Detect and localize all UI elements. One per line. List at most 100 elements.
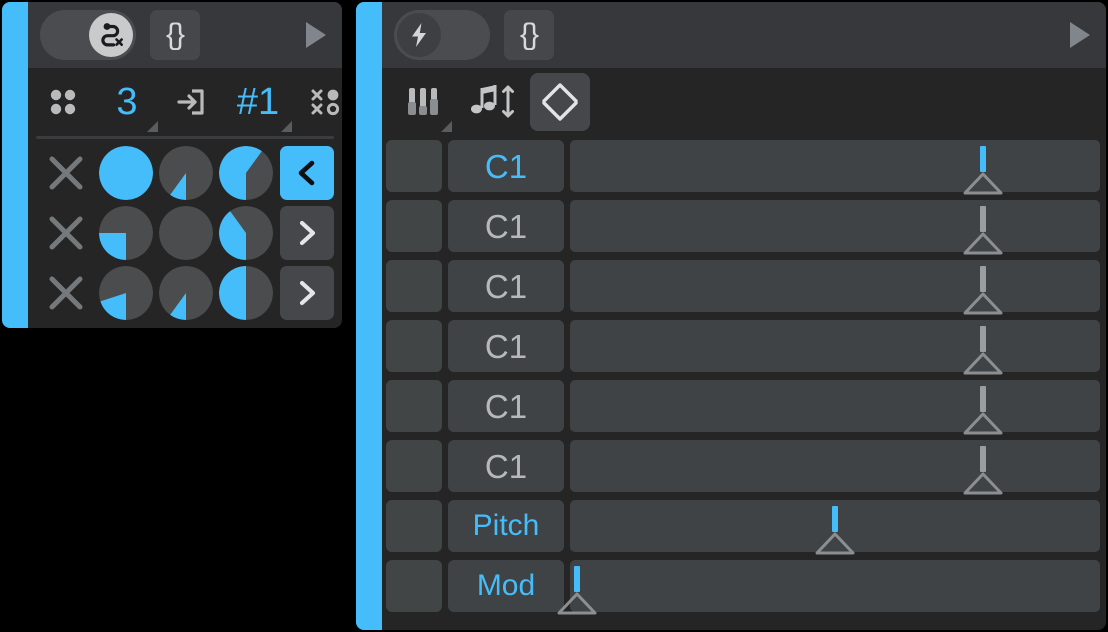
pie-amount-knob[interactable] [216,143,276,203]
braces-label: {} [165,18,185,51]
row-select-button[interactable] [386,200,442,252]
pie-icon [219,206,273,260]
slider-stem [980,446,987,472]
slot-number-value[interactable]: #1 [222,68,294,136]
route-path-x-icon [89,13,133,57]
modulation-matrix-grid [28,139,342,328]
matrix-row [36,143,334,203]
pie-amount-knob[interactable] [156,203,216,263]
modulation-matrix-panel: {} 3 #1 [2,2,342,328]
row-select-button[interactable] [386,140,442,192]
route-toggle[interactable] [40,10,136,60]
slider-stem [980,206,987,232]
pie-icon [99,206,153,260]
controller-name-label[interactable]: Pitch [448,500,564,552]
controller-slider-track[interactable] [570,260,1100,315]
count-value[interactable]: 3 [94,68,160,136]
controller-rows-list: C1 C1 C1 C1 C1 C1 Pitch Mod [382,136,1106,630]
slider-handle[interactable] [813,506,857,558]
row-select-button[interactable] [386,320,442,372]
row-select-button[interactable] [386,260,442,312]
count-label: 3 [116,81,138,123]
matrix-row [36,203,334,263]
slider-handle[interactable] [961,326,1005,378]
four-dot-grid-icon[interactable] [32,68,94,136]
row-select-button[interactable] [386,560,442,612]
close-icon [49,276,83,310]
braces-button[interactable]: {} [150,10,200,60]
pie-amount-knob[interactable] [96,203,156,263]
controller-slider-track[interactable] [570,380,1100,435]
slider-handle[interactable] [961,206,1005,258]
controller-slider-track[interactable] [570,140,1100,195]
right-panel-accent-bar [356,2,382,630]
corner-triangle-icon [147,121,158,132]
corner-triangle-icon [281,121,292,132]
row-select-button[interactable] [386,500,442,552]
slider-stem [574,566,581,592]
slider-handle[interactable] [961,146,1005,198]
left-panel-accent-bar [2,2,28,328]
slider-tent-icon [963,412,1003,435]
expand-button[interactable] [280,266,334,320]
expand-button[interactable] [280,206,334,260]
right-panel-icon-row [382,68,1106,136]
controller-slider-track[interactable] [570,440,1100,495]
power-toggle[interactable] [394,10,490,60]
pie-amount-knob[interactable] [156,143,216,203]
slider-tent-icon [963,172,1003,195]
controller-row-pitch: Pitch [386,496,1106,556]
controller-row: C1 [386,436,1106,496]
pie-amount-knob[interactable] [96,263,156,323]
controller-slider-track[interactable] [570,200,1100,255]
clear-row-button[interactable] [36,143,96,203]
chevron-right-icon [299,280,316,306]
collapse-button[interactable] [280,146,334,200]
slider-handle[interactable] [961,446,1005,498]
controller-name-label[interactable]: C1 [448,200,564,252]
row-select-button[interactable] [386,440,442,492]
controller-name-label[interactable]: C1 [448,440,564,492]
controller-slider-track[interactable] [570,320,1100,375]
pitch-slider-track[interactable] [570,500,1100,555]
controller-row: C1 [386,376,1106,436]
value-updown-button[interactable] [530,73,590,131]
slider-tent-icon [963,292,1003,315]
faders-icon[interactable] [392,68,454,136]
import-into-box-icon[interactable] [160,68,222,136]
pie-amount-knob[interactable] [96,143,156,203]
controller-name-label[interactable]: C1 [448,140,564,192]
pie-amount-knob[interactable] [156,263,216,323]
row-select-button[interactable] [386,380,442,432]
pie-icon [99,146,153,200]
controller-name-label[interactable]: C1 [448,320,564,372]
controller-row: C1 [386,136,1106,196]
app-root: {} 3 #1 {} C1 C1 C1 C1 C1 C1 Pitch Mod [0,0,1108,632]
play-icon[interactable] [1070,22,1090,48]
pie-amount-knob[interactable] [216,203,276,263]
close-icon [49,216,83,250]
close-icon [49,156,83,190]
slider-tent-icon [963,472,1003,495]
controller-name-label[interactable]: C1 [448,380,564,432]
controller-name-label[interactable]: Mod [448,560,564,612]
corner-triangle-icon [441,121,452,132]
controller-name-label[interactable]: C1 [448,260,564,312]
slider-tent-icon [963,352,1003,375]
lightning-bolt-icon [397,13,441,57]
clear-row-button[interactable] [36,203,96,263]
braces-button[interactable]: {} [504,10,554,60]
play-icon[interactable] [306,22,326,48]
right-panel-toolbar: {} [382,2,1106,68]
slider-handle[interactable] [961,386,1005,438]
randomize-icon[interactable] [294,68,342,136]
slider-stem [832,506,838,532]
pie-icon [159,266,213,320]
pie-amount-knob[interactable] [216,263,276,323]
mod-slider-track[interactable] [557,560,1100,615]
diamond-chevron-updown-icon [542,83,578,121]
clear-row-button[interactable] [36,263,96,323]
note-transpose-icon[interactable] [454,68,530,136]
slider-handle[interactable] [961,266,1005,318]
slider-tent-icon [815,532,855,555]
